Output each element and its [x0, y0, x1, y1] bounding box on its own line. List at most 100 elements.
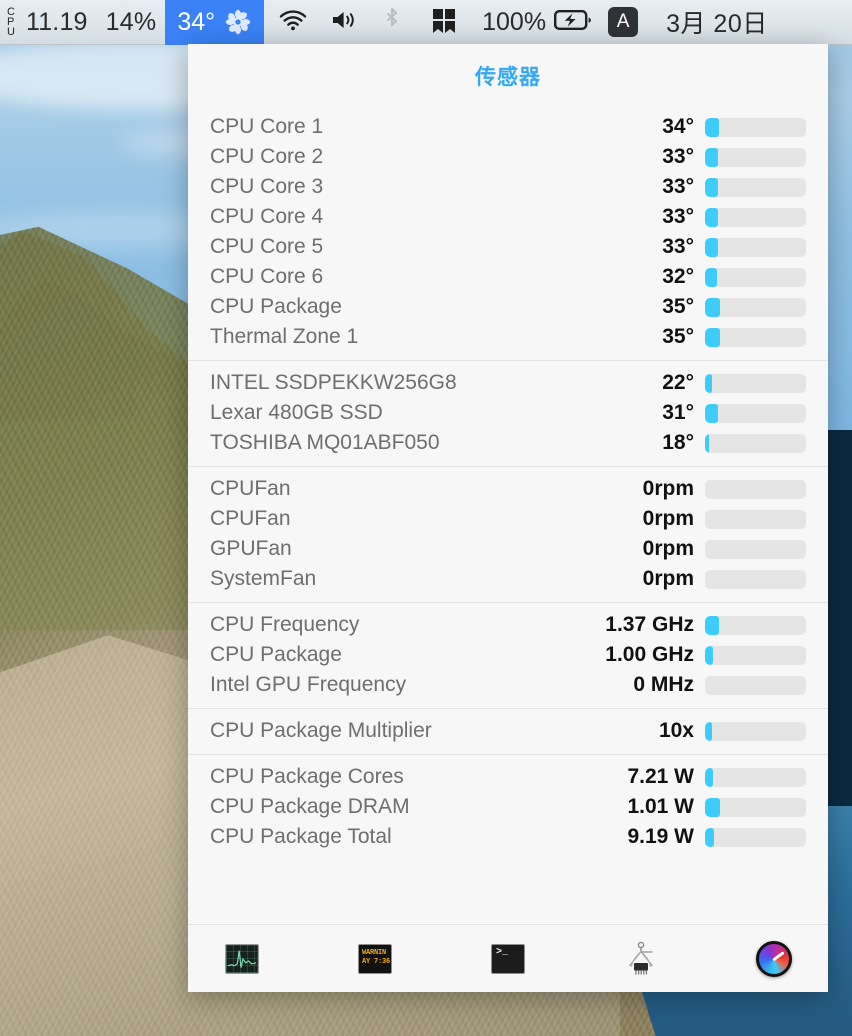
sensor-value: 0 MHz: [633, 673, 694, 696]
sensor-section-power: CPU Package Cores 7.21 W CPU Package DRAM 1…: [188, 754, 828, 860]
sensor-row: CPU Core 1 34°: [188, 112, 828, 142]
battery-charging-icon: [554, 8, 592, 37]
panel-title: 传感器: [475, 66, 541, 89]
sensor-label: Lexar 480GB SSD: [210, 401, 383, 424]
activity-monitor-icon[interactable]: [222, 939, 262, 979]
sensor-bar-fill: [705, 645, 714, 665]
sensor-label: CPU Core 5: [210, 235, 324, 258]
sensor-row: SystemFan 0rpm: [188, 564, 828, 594]
sensor-bar-fill: [705, 207, 719, 227]
sensor-value: 35°: [662, 325, 694, 348]
sensor-bar-fill: [705, 373, 713, 393]
wifi-icon: [278, 8, 308, 37]
sensor-label: TOSHIBA MQ01ABF050: [210, 431, 440, 454]
sensor-bar: [705, 297, 806, 317]
cpu-load-value: 11.19: [25, 7, 88, 36]
sensor-bar-fill: [705, 297, 721, 317]
menubar-temperature-widget[interactable]: 34°: [165, 0, 265, 45]
sensor-bar-fill: [705, 327, 721, 347]
sensor-bar: [705, 433, 806, 453]
sensor-value: 34°: [662, 115, 694, 138]
sensor-bar-fill: [705, 797, 721, 817]
sensor-bar: [705, 207, 806, 227]
panel-toolbar: WARNIN AY 7:36: [188, 924, 828, 992]
terminal-window: [491, 943, 525, 974]
input-source-badge: A: [608, 7, 639, 37]
sensor-section-frequencies: CPU Frequency 1.37 GHz CPU Package 1.00 GHz…: [188, 602, 828, 708]
sensor-value: 1.00 GHz: [605, 643, 694, 666]
sensor-row: CPU Package 1.00 GHz: [188, 640, 828, 670]
sensor-row: CPU Core 3 33°: [188, 172, 828, 202]
sensor-row: CPU Core 5 33°: [188, 232, 828, 262]
sensor-value: 0rpm: [642, 567, 694, 590]
sensor-row: CPUFan 0rpm: [188, 474, 828, 504]
sensor-bar: [705, 117, 806, 137]
sensor-label: CPU Core 1: [210, 115, 324, 138]
sensor-label: CPUFan: [210, 507, 291, 530]
terminal-icon[interactable]: [488, 939, 528, 979]
menubar-battery[interactable]: 100%: [474, 0, 552, 45]
sensor-label: Thermal Zone 1: [210, 325, 359, 348]
date-value: 3月 20日: [666, 10, 768, 38]
sensor-value: 1.01 W: [627, 795, 694, 818]
sensor-label: CPU Package Cores: [210, 765, 404, 788]
sensor-bar-fill: [705, 615, 720, 635]
sensor-value: 0rpm: [642, 477, 694, 500]
sensor-bar: [705, 615, 806, 635]
menubar-battery-icon-wrap[interactable]: [552, 0, 598, 45]
sensor-bar: [705, 797, 806, 817]
cpu-percent-value: 14%: [105, 7, 157, 36]
sensor-bar: [705, 675, 806, 695]
sensor-value: 31°: [662, 401, 694, 424]
sensor-bar-fill: [705, 721, 713, 741]
sensor-row: TOSHIBA MQ01ABF050 18°: [188, 428, 828, 458]
sensor-label: CPU Package Multiplier: [210, 719, 432, 742]
sensor-value: 35°: [662, 295, 694, 318]
sensor-value: 33°: [662, 235, 694, 258]
sensor-value: 1.37 GHz: [605, 613, 694, 636]
sensor-bar: [705, 237, 806, 257]
sensor-bar: [705, 645, 806, 665]
sensor-bar: [705, 177, 806, 197]
sensor-bar-fill: [705, 267, 718, 287]
menubar-wifi[interactable]: [264, 0, 320, 45]
sensor-row: CPU Package 35°: [188, 292, 828, 322]
app-gauge-icon[interactable]: [754, 939, 794, 979]
sensor-bar-fill: [705, 403, 719, 423]
sensor-value: 33°: [662, 205, 694, 228]
speaker-icon: [330, 8, 360, 37]
sensor-section-multiplier: CPU Package Multiplier 10x: [188, 708, 828, 754]
sensor-bar: [705, 267, 806, 287]
sensor-bar: [705, 721, 806, 741]
menubar-cpu-percent[interactable]: 14%: [97, 0, 166, 45]
sensor-value: 22°: [662, 371, 694, 394]
sensor-row: Thermal Zone 1 35°: [188, 322, 828, 352]
sensor-row: CPU Package Cores 7.21 W: [188, 762, 828, 792]
sensor-bar: [705, 539, 806, 559]
menubar-cpu-widget[interactable]: C P U: [0, 0, 17, 45]
sensor-section-fans: CPUFan 0rpm CPUFan 0rpm GPUFan 0rpm SystemFan 0…: [188, 466, 828, 602]
hardware-chip-icon[interactable]: [621, 939, 661, 979]
menubar-cpu-load[interactable]: 11.19: [17, 0, 97, 45]
sensor-section-temperatures: CPU Core 1 34° CPU Core 2 33° CPU Core 3 33° C…: [188, 105, 828, 360]
sensor-bar: [705, 373, 806, 393]
sensor-row: Intel GPU Frequency 0 MHz: [188, 670, 828, 700]
sensor-bar-fill: [705, 767, 714, 787]
menubar-bluetooth[interactable]: [370, 0, 414, 45]
sensor-label: CPU Package: [210, 643, 342, 666]
sensor-bar-fill: [705, 433, 710, 453]
menubar-windows[interactable]: [414, 0, 474, 45]
sensor-bar: [705, 569, 806, 589]
menubar-volume[interactable]: [320, 0, 370, 45]
menubar-input-source[interactable]: A: [598, 0, 650, 45]
sensor-row: CPU Core 4 33°: [188, 202, 828, 232]
sensor-value: 0rpm: [642, 537, 694, 560]
sensor-label: CPUFan: [210, 477, 291, 500]
sensor-row: Lexar 480GB SSD 31°: [188, 398, 828, 428]
window-grid-icon: [430, 6, 458, 39]
bluetooth-icon: [383, 6, 401, 39]
menu-bar: C P U 11.19 14% 34° 100% A 3月 20日: [0, 0, 852, 45]
console-log-icon[interactable]: WARNIN AY 7:36: [355, 939, 395, 979]
menubar-clock[interactable]: 3月 20日: [650, 0, 774, 45]
console-line-1: WARNIN: [362, 948, 387, 957]
